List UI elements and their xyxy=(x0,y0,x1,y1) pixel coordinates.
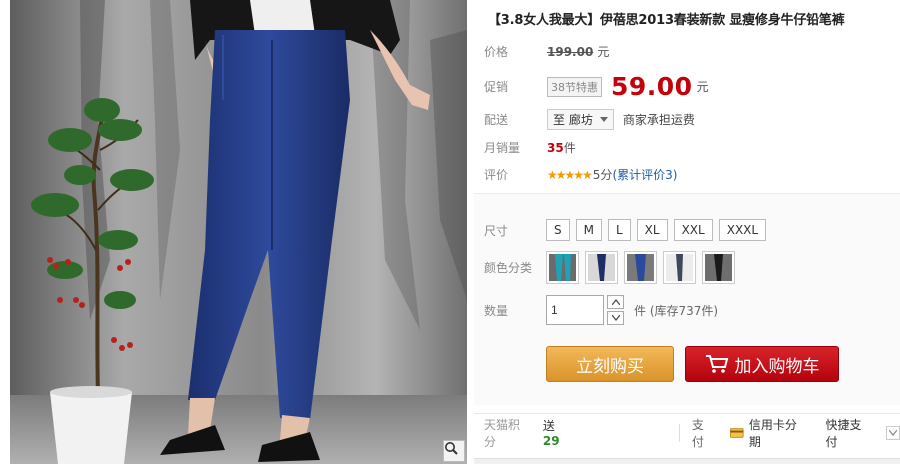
delivery-label: 配送 xyxy=(484,113,509,127)
price-row: 价格 199.00 元 xyxy=(484,43,609,60)
magnifier-icon[interactable] xyxy=(443,440,465,462)
add-to-cart-button[interactable]: 加入购物车 xyxy=(685,346,839,382)
chevron-down-icon xyxy=(611,315,620,321)
sales-count: 35 xyxy=(547,140,564,155)
size-option-s[interactable]: S xyxy=(546,219,570,241)
price-label: 价格 xyxy=(484,45,509,59)
delivery-location: 至 廊坊 xyxy=(553,113,593,127)
quantity-decrease-button[interactable] xyxy=(607,311,624,325)
payment-footer: 天猫积分 送29 支付 信用卡分期 快捷支付 xyxy=(474,413,900,451)
color-swatch-teal-jeans[interactable] xyxy=(546,251,579,284)
points-number: 29 xyxy=(542,434,560,448)
size-option-l[interactable]: L xyxy=(607,219,631,241)
points-value: 送29 xyxy=(543,417,571,448)
rating-label: 评价 xyxy=(484,168,509,182)
rating-row: 评价 ★★★★★ 5分 (累计评价3) xyxy=(484,166,677,183)
quantity-row: 数量 件 (库存737件) xyxy=(484,295,718,325)
color-label: 颜色分类 xyxy=(484,261,533,275)
quantity-label: 数量 xyxy=(484,303,509,318)
color-swatch-blue-jeans[interactable] xyxy=(624,251,657,284)
chevron-down-icon xyxy=(599,117,608,122)
divider xyxy=(678,423,680,442)
promo-price: 59.00 xyxy=(611,72,693,101)
size-row: 尺寸 S M L XL XXL XXXL xyxy=(484,219,772,241)
promo-price-unit: 元 xyxy=(696,80,709,94)
buy-now-label: 立刻购买 xyxy=(576,356,644,377)
size-option-m[interactable]: M xyxy=(575,219,602,241)
product-detail-panel: 【3.8女人我最大】伊蓓思2013春装新款 显瘦修身牛仔铅笔裤 价格 199.0… xyxy=(474,0,900,464)
quantity-increase-button[interactable] xyxy=(607,295,624,309)
points-prefix: 送 xyxy=(542,419,555,433)
star-rating-icon: ★★★★★ xyxy=(547,167,593,182)
product-photo xyxy=(10,0,467,464)
delivery-note: 商家承担运费 xyxy=(622,113,695,127)
points-label: 天猫积分 xyxy=(484,417,521,449)
size-option-xxxl[interactable]: XXXL xyxy=(718,219,767,241)
buy-now-button[interactable]: 立刻购买 xyxy=(546,346,674,382)
delivery-row: 配送 至 廊坊 商家承担运费 xyxy=(484,109,695,130)
quick-pay-link[interactable]: 快捷支付 xyxy=(825,416,872,450)
promo-label: 促销 xyxy=(484,80,509,94)
payment-label: 支付 xyxy=(691,417,704,449)
size-option-xxl[interactable]: XXL xyxy=(673,219,713,241)
quantity-stepper xyxy=(607,295,624,325)
review-count-link[interactable]: (累计评价3) xyxy=(612,166,677,183)
quantity-input[interactable] xyxy=(546,295,604,325)
stock-text: 件 (库存737件) xyxy=(634,303,719,318)
sales-label: 月销量 xyxy=(484,141,521,155)
shopping-cart-icon xyxy=(705,355,728,373)
original-price: 199.00 xyxy=(547,44,594,59)
chevron-up-icon xyxy=(611,299,620,305)
color-swatch-black-jeans[interactable] xyxy=(702,251,735,284)
promo-tag: 38节特惠 xyxy=(547,76,602,97)
rating-score: 5分 xyxy=(592,168,613,182)
promo-row: 促销 38节特惠 59.00 元 xyxy=(484,72,709,101)
bottom-divider xyxy=(474,458,900,464)
product-title: 【3.8女人我最大】伊蓓思2013春装新款 显瘦修身牛仔铅笔裤 xyxy=(488,13,845,28)
chevron-down-icon xyxy=(889,429,898,436)
expand-payment-button[interactable] xyxy=(886,425,900,440)
color-swatch-navy-jeans[interactable] xyxy=(585,251,618,284)
product-image-gallery[interactable] xyxy=(10,0,467,464)
size-label: 尺寸 xyxy=(484,223,509,238)
credit-card-installment-link[interactable]: 信用卡分期 xyxy=(749,416,808,450)
color-row: 颜色分类 xyxy=(484,251,741,284)
color-swatch-gray-jeans[interactable] xyxy=(663,251,696,284)
price-unit: 元 xyxy=(597,45,610,59)
size-option-xl[interactable]: XL xyxy=(636,219,668,241)
add-to-cart-label: 加入购物车 xyxy=(734,356,820,377)
sales-unit: 件 xyxy=(563,141,576,155)
delivery-location-select[interactable]: 至 廊坊 xyxy=(547,109,614,130)
sales-row: 月销量 35 件 xyxy=(484,139,576,156)
credit-card-icon xyxy=(730,427,744,438)
